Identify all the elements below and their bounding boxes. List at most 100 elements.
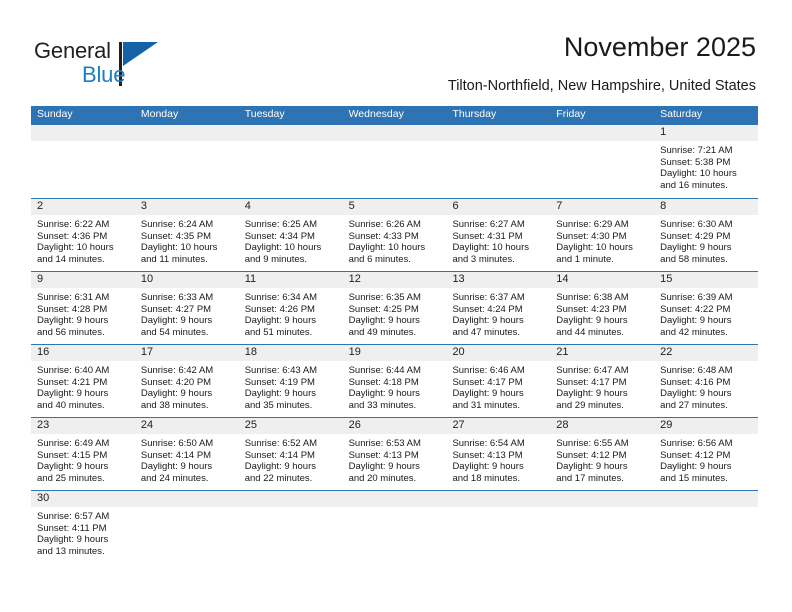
- sunset-time: Sunset: 4:31 PM: [452, 230, 523, 242]
- day-details: Sunrise: 6:42 AM Sunset: 4:20 PM Daylight:…: [135, 361, 239, 411]
- calendar-day-cell[interactable]: 11 Sunrise: 6:34 AM Sunset: 4:26 PM Dayligh…: [238, 272, 343, 344]
- calendar-day-cell[interactable]: 17 Sunrise: 6:42 AM Sunset: 4:20 PM Dayligh…: [134, 345, 239, 417]
- calendar-day-cell[interactable]: 15 Sunrise: 6:39 AM Sunset: 4:22 PM Dayligh…: [654, 272, 759, 344]
- sunset-time: Sunset: 4:12 PM: [556, 449, 627, 461]
- daylight-duration-line2: and 42 minutes.: [660, 326, 728, 338]
- sunrise-time: Sunrise: 6:34 AM: [244, 292, 318, 303]
- calendar-day-cell[interactable]: 27 Sunrise: 6:54 AM Sunset: 4:13 PM Dayligh…: [446, 418, 551, 490]
- day-number: 15: [654, 272, 759, 288]
- calendar-day-cell[interactable]: 20 Sunrise: 6:46 AM Sunset: 4:17 PM Dayligh…: [446, 345, 551, 417]
- calendar-day-cell[interactable]: 18 Sunrise: 6:43 AM Sunset: 4:19 PM Dayligh…: [238, 345, 343, 417]
- calendar-day-cell[interactable]: 8 Sunrise: 6:30 AM Sunset: 4:29 PM Daylight…: [654, 199, 759, 271]
- calendar-weeks: 1 Sunrise: 7:21 AM Sunset: 5:38 PM Daylight…: [31, 125, 759, 563]
- day-number: 12: [342, 272, 447, 288]
- general-blue-logo[interactable]: General Blue: [34, 38, 174, 92]
- calendar-day-cell[interactable]: 23 Sunrise: 6:49 AM Sunset: 4:15 PM Dayligh…: [31, 418, 135, 490]
- daylight-duration-line1: Daylight: 9 hours: [140, 388, 213, 400]
- daylight-duration-line2: and 14 minutes.: [37, 253, 105, 265]
- sunset-time: Sunset: 4:29 PM: [660, 230, 731, 242]
- daylight-duration-line2: and 15 minutes.: [660, 472, 728, 484]
- sunrise-time: Sunrise: 6:22 AM: [37, 219, 110, 230]
- sunset-time: Sunset: 4:34 PM: [244, 230, 315, 242]
- calendar-day-cell[interactable]: 10 Sunrise: 6:33 AM Sunset: 4:27 PM Dayligh…: [134, 272, 239, 344]
- daylight-duration-line2: and 38 minutes.: [140, 399, 209, 411]
- calendar-day-cell[interactable]: 25 Sunrise: 6:52 AM Sunset: 4:14 PM Dayligh…: [238, 418, 343, 490]
- calendar-day-cell[interactable]: 13 Sunrise: 6:37 AM Sunset: 4:24 PM Dayligh…: [446, 272, 551, 344]
- daylight-duration-line1: Daylight: 9 hours: [244, 388, 317, 400]
- calendar-day-cell[interactable]: 29 Sunrise: 6:56 AM Sunset: 4:12 PM Dayligh…: [654, 418, 759, 490]
- day-details: Sunrise: 6:47 AM Sunset: 4:17 PM Daylight:…: [550, 361, 654, 411]
- calendar-day-cell[interactable]: 7 Sunrise: 6:29 AM Sunset: 4:30 PM Daylight…: [550, 199, 655, 271]
- sunrise-time: Sunrise: 6:31 AM: [37, 292, 110, 303]
- sunset-time: Sunset: 4:23 PM: [556, 303, 627, 315]
- calendar-day-cell[interactable]: 1 Sunrise: 7:21 AM Sunset: 5:38 PM Daylight…: [654, 125, 759, 198]
- calendar-day-cell[interactable]: 2 Sunrise: 6:22 AM Sunset: 4:36 PM Daylight…: [31, 199, 135, 271]
- calendar-day-cell[interactable]: 19 Sunrise: 6:44 AM Sunset: 4:18 PM Dayligh…: [342, 345, 447, 417]
- day-details: [550, 141, 654, 145]
- calendar-week-row: 23 Sunrise: 6:49 AM Sunset: 4:15 PM Dayligh…: [31, 417, 759, 490]
- day-number: [31, 125, 135, 141]
- daylight-duration-line1: Daylight: 9 hours: [244, 461, 317, 473]
- day-number: 27: [446, 418, 551, 434]
- daylight-duration-line1: Daylight: 9 hours: [660, 461, 732, 473]
- calendar-day-cell-empty: [238, 125, 343, 198]
- day-details: Sunrise: 6:44 AM Sunset: 4:18 PM Daylight:…: [343, 361, 447, 411]
- calendar-day-cell[interactable]: 9 Sunrise: 6:31 AM Sunset: 4:28 PM Daylight…: [31, 272, 135, 344]
- calendar-day-cell[interactable]: 24 Sunrise: 6:50 AM Sunset: 4:14 PM Dayligh…: [134, 418, 239, 490]
- calendar-day-cell[interactable]: 21 Sunrise: 6:47 AM Sunset: 4:17 PM Dayligh…: [550, 345, 655, 417]
- calendar-day-cell[interactable]: 4 Sunrise: 6:25 AM Sunset: 4:34 PM Daylight…: [238, 199, 343, 271]
- sunrise-time: Sunrise: 6:42 AM: [140, 365, 214, 376]
- calendar-week-row: 30 Sunrise: 6:57 AM Sunset: 4:11 PM Dayligh…: [31, 490, 759, 563]
- weekday-header-tuesday: Tuesday: [244, 108, 285, 120]
- sunrise-time: Sunrise: 6:47 AM: [556, 365, 629, 376]
- calendar-day-cell[interactable]: 22 Sunrise: 6:48 AM Sunset: 4:16 PM Dayligh…: [654, 345, 759, 417]
- day-number: 11: [238, 272, 343, 288]
- calendar-day-cell[interactable]: 12 Sunrise: 6:35 AM Sunset: 4:25 PM Dayligh…: [342, 272, 447, 344]
- calendar-day-cell-empty: [31, 125, 135, 198]
- sunrise-time: Sunrise: 6:57 AM: [37, 511, 110, 522]
- calendar-day-cell[interactable]: 26 Sunrise: 6:53 AM Sunset: 4:13 PM Dayligh…: [342, 418, 447, 490]
- calendar-day-cell-empty: [342, 491, 447, 563]
- calendar-day-cell[interactable]: 16 Sunrise: 6:40 AM Sunset: 4:21 PM Dayligh…: [31, 345, 135, 417]
- calendar-day-cell[interactable]: 6 Sunrise: 6:27 AM Sunset: 4:31 PM Daylight…: [446, 199, 551, 271]
- calendar-week-row: 9 Sunrise: 6:31 AM Sunset: 4:28 PM Daylight…: [31, 271, 759, 344]
- daylight-duration-line2: and 47 minutes.: [452, 326, 521, 338]
- day-number: 21: [550, 345, 655, 361]
- day-number: 23: [31, 418, 135, 434]
- day-number: 20: [446, 345, 551, 361]
- sunrise-time: Sunrise: 6:54 AM: [452, 438, 525, 449]
- sunset-time: Sunset: 4:20 PM: [140, 376, 212, 388]
- calendar-day-cell-empty: [342, 125, 447, 198]
- calendar-day-cell[interactable]: 28 Sunrise: 6:55 AM Sunset: 4:12 PM Dayligh…: [550, 418, 655, 490]
- calendar-day-cell[interactable]: 5 Sunrise: 6:26 AM Sunset: 4:33 PM Daylight…: [342, 199, 447, 271]
- daylight-duration-line1: Daylight: 9 hours: [37, 461, 109, 473]
- sunrise-time: Sunrise: 6:48 AM: [660, 365, 733, 376]
- weekday-header-saturday: Saturday: [660, 108, 703, 120]
- day-number: 17: [134, 345, 239, 361]
- day-details: Sunrise: 6:43 AM Sunset: 4:19 PM Daylight:…: [239, 361, 343, 411]
- daylight-duration-line1: Daylight: 9 hours: [37, 388, 109, 400]
- day-number: 4: [238, 199, 343, 215]
- daylight-duration-line2: and 31 minutes.: [452, 399, 521, 411]
- daylight-duration-line1: Daylight: 9 hours: [660, 388, 732, 400]
- daylight-duration-line1: Daylight: 10 hours: [244, 242, 322, 254]
- calendar-day-cell[interactable]: 3 Sunrise: 6:24 AM Sunset: 4:35 PM Daylight…: [134, 199, 239, 271]
- sunrise-time: Sunrise: 6:55 AM: [556, 438, 629, 449]
- calendar-page: General Blue November 2025 Tilton-Northf…: [0, 0, 792, 612]
- daylight-duration-line1: Daylight: 9 hours: [556, 315, 628, 327]
- day-number: [550, 491, 655, 507]
- daylight-duration-line2: and 54 minutes.: [140, 326, 209, 338]
- calendar-day-cell[interactable]: 14 Sunrise: 6:38 AM Sunset: 4:23 PM Dayligh…: [550, 272, 655, 344]
- daylight-duration-line2: and 49 minutes.: [348, 326, 417, 338]
- day-details: [446, 507, 550, 511]
- page-title: November 2025: [563, 32, 756, 62]
- calendar-day-cell[interactable]: 30 Sunrise: 6:57 AM Sunset: 4:11 PM Dayligh…: [31, 491, 135, 563]
- day-details: [343, 141, 447, 145]
- sunrise-time: Sunrise: 6:25 AM: [244, 219, 318, 230]
- day-details: Sunrise: 6:54 AM Sunset: 4:13 PM Daylight:…: [446, 434, 550, 484]
- day-number: [342, 491, 447, 507]
- daylight-duration-line1: Daylight: 9 hours: [140, 461, 213, 473]
- day-details: Sunrise: 6:30 AM Sunset: 4:29 PM Daylight:…: [654, 215, 758, 265]
- day-number: [238, 491, 343, 507]
- day-number: 9: [31, 272, 135, 288]
